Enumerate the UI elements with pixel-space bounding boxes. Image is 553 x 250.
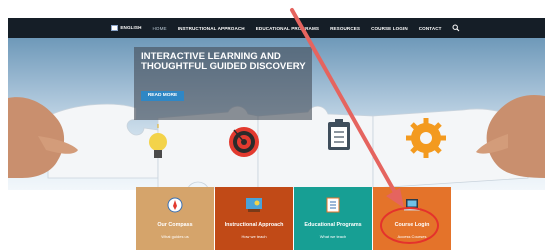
- annotation-circle: [380, 207, 439, 244]
- annotation-arrow: [290, 8, 404, 208]
